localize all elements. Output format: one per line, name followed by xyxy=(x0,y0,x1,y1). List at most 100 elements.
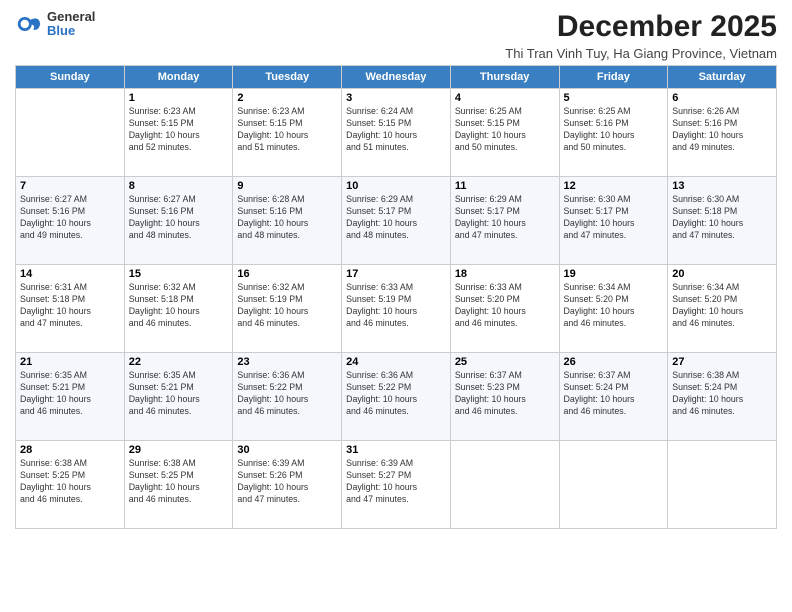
day-info: Sunrise: 6:25 AM Sunset: 5:16 PM Dayligh… xyxy=(564,106,664,154)
day-info: Sunrise: 6:27 AM Sunset: 5:16 PM Dayligh… xyxy=(20,194,120,242)
day-number: 8 xyxy=(129,180,229,192)
day-info: Sunrise: 6:25 AM Sunset: 5:15 PM Dayligh… xyxy=(455,106,555,154)
day-number: 25 xyxy=(455,356,555,368)
day-info: Sunrise: 6:28 AM Sunset: 5:16 PM Dayligh… xyxy=(237,194,337,242)
day-cell-9: 9 Sunrise: 6:28 AM Sunset: 5:16 PM Daylig… xyxy=(233,177,342,265)
day-info: Sunrise: 6:35 AM Sunset: 5:21 PM Dayligh… xyxy=(20,370,120,418)
location-subtitle: Thi Tran Vinh Tuy, Ha Giang Province, Vi… xyxy=(505,46,777,61)
day-cell-7: 7 Sunrise: 6:27 AM Sunset: 5:16 PM Daylig… xyxy=(16,177,125,265)
day-number: 2 xyxy=(237,92,337,104)
page: General Blue December 2025 Thi Tran Vinh… xyxy=(0,0,792,612)
day-info: Sunrise: 6:29 AM Sunset: 5:17 PM Dayligh… xyxy=(346,194,446,242)
day-info: Sunrise: 6:31 AM Sunset: 5:18 PM Dayligh… xyxy=(20,282,120,330)
day-number: 18 xyxy=(455,268,555,280)
day-cell-8: 8Sunrise: 6:27 AM Sunset: 5:16 PM Daylig… xyxy=(124,177,233,265)
day-cell-19: 19 Sunrise: 6:34 AM Sunset: 5:20 PM Dayli… xyxy=(559,265,668,353)
day-number: 14 xyxy=(20,268,120,280)
day-number: 1 xyxy=(129,92,229,104)
day-number: 24 xyxy=(346,356,446,368)
day-info: Sunrise: 6:29 AM Sunset: 5:17 PM Dayligh… xyxy=(455,194,555,242)
week-row-4: 21 Sunrise: 6:35 AM Sunset: 5:21 PM Dayli… xyxy=(16,353,777,441)
column-header-tuesday: Tuesday xyxy=(233,66,342,89)
logo-blue: Blue xyxy=(47,24,95,38)
day-number: 4 xyxy=(455,92,555,104)
day-number: 27 xyxy=(672,356,772,368)
calendar-table: SundayMondayTuesdayWednesdayThursdayFrid… xyxy=(15,65,777,529)
day-cell-1: 1 Sunrise: 6:23 AM Sunset: 5:15 PM Daylig… xyxy=(124,89,233,177)
day-number: 5 xyxy=(564,92,664,104)
column-header-sunday: Sunday xyxy=(16,66,125,89)
day-number: 31 xyxy=(346,444,446,456)
day-number: 20 xyxy=(672,268,772,280)
day-info: Sunrise: 6:38 AM Sunset: 5:25 PM Dayligh… xyxy=(20,458,120,506)
day-info: Sunrise: 6:33 AM Sunset: 5:19 PM Dayligh… xyxy=(346,282,446,330)
day-cell-18: 18 Sunrise: 6:33 AM Sunset: 5:20 PM Dayli… xyxy=(450,265,559,353)
day-number: 15 xyxy=(129,268,229,280)
day-number: 7 xyxy=(20,180,120,192)
day-number: 11 xyxy=(455,180,555,192)
empty-cell xyxy=(668,441,777,529)
day-info: Sunrise: 6:23 AM Sunset: 5:15 PM Dayligh… xyxy=(129,106,229,154)
day-cell-24: 24Sunrise: 6:36 AM Sunset: 5:22 PM Dayli… xyxy=(342,353,451,441)
day-number: 19 xyxy=(564,268,664,280)
day-cell-13: 13Sunrise: 6:30 AM Sunset: 5:18 PM Dayli… xyxy=(668,177,777,265)
column-header-wednesday: Wednesday xyxy=(342,66,451,89)
day-number: 21 xyxy=(20,356,120,368)
day-cell-23: 23 Sunrise: 6:36 AM Sunset: 5:22 PM Dayli… xyxy=(233,353,342,441)
header-row: SundayMondayTuesdayWednesdayThursdayFrid… xyxy=(16,66,777,89)
day-cell-17: 17 Sunrise: 6:33 AM Sunset: 5:19 PM Dayli… xyxy=(342,265,451,353)
day-cell-10: 10Sunrise: 6:29 AM Sunset: 5:17 PM Dayli… xyxy=(342,177,451,265)
column-header-saturday: Saturday xyxy=(668,66,777,89)
day-number: 12 xyxy=(564,180,664,192)
week-row-2: 7 Sunrise: 6:27 AM Sunset: 5:16 PM Daylig… xyxy=(16,177,777,265)
day-cell-11: 11 Sunrise: 6:29 AM Sunset: 5:17 PM Dayli… xyxy=(450,177,559,265)
logo-general: General xyxy=(47,10,95,24)
week-row-3: 14 Sunrise: 6:31 AM Sunset: 5:18 PM Dayli… xyxy=(16,265,777,353)
day-cell-16: 16 Sunrise: 6:32 AM Sunset: 5:19 PM Dayli… xyxy=(233,265,342,353)
day-cell-15: 15 Sunrise: 6:32 AM Sunset: 5:18 PM Dayli… xyxy=(124,265,233,353)
day-info: Sunrise: 6:36 AM Sunset: 5:22 PM Dayligh… xyxy=(237,370,337,418)
day-number: 6 xyxy=(672,92,772,104)
day-info: Sunrise: 6:30 AM Sunset: 5:17 PM Dayligh… xyxy=(564,194,664,242)
logo-text: General Blue xyxy=(47,10,95,39)
day-number: 9 xyxy=(237,180,337,192)
day-number: 23 xyxy=(237,356,337,368)
day-info: Sunrise: 6:32 AM Sunset: 5:18 PM Dayligh… xyxy=(129,282,229,330)
day-number: 29 xyxy=(129,444,229,456)
day-cell-29: 29Sunrise: 6:38 AM Sunset: 5:25 PM Dayli… xyxy=(124,441,233,529)
day-info: Sunrise: 6:33 AM Sunset: 5:20 PM Dayligh… xyxy=(455,282,555,330)
day-info: Sunrise: 6:26 AM Sunset: 5:16 PM Dayligh… xyxy=(672,106,772,154)
day-info: Sunrise: 6:24 AM Sunset: 5:15 PM Dayligh… xyxy=(346,106,446,154)
day-number: 28 xyxy=(20,444,120,456)
day-number: 26 xyxy=(564,356,664,368)
day-cell-27: 27 Sunrise: 6:38 AM Sunset: 5:24 PM Dayli… xyxy=(668,353,777,441)
day-info: Sunrise: 6:37 AM Sunset: 5:24 PM Dayligh… xyxy=(564,370,664,418)
day-cell-14: 14 Sunrise: 6:31 AM Sunset: 5:18 PM Dayli… xyxy=(16,265,125,353)
day-cell-31: 31 Sunrise: 6:39 AM Sunset: 5:27 PM Dayli… xyxy=(342,441,451,529)
day-info: Sunrise: 6:35 AM Sunset: 5:21 PM Dayligh… xyxy=(129,370,229,418)
day-cell-26: 26 Sunrise: 6:37 AM Sunset: 5:24 PM Dayli… xyxy=(559,353,668,441)
day-number: 13 xyxy=(672,180,772,192)
day-number: 30 xyxy=(237,444,337,456)
day-number: 17 xyxy=(346,268,446,280)
day-info: Sunrise: 6:39 AM Sunset: 5:27 PM Dayligh… xyxy=(346,458,446,506)
day-info: Sunrise: 6:38 AM Sunset: 5:24 PM Dayligh… xyxy=(672,370,772,418)
column-header-thursday: Thursday xyxy=(450,66,559,89)
header: General Blue December 2025 Thi Tran Vinh… xyxy=(15,10,777,61)
logo: General Blue xyxy=(15,10,95,39)
day-cell-2: 2 Sunrise: 6:23 AM Sunset: 5:15 PM Daylig… xyxy=(233,89,342,177)
day-number: 3 xyxy=(346,92,446,104)
day-info: Sunrise: 6:34 AM Sunset: 5:20 PM Dayligh… xyxy=(564,282,664,330)
day-cell-22: 22 Sunrise: 6:35 AM Sunset: 5:21 PM Dayli… xyxy=(124,353,233,441)
empty-cell xyxy=(450,441,559,529)
month-title: December 2025 xyxy=(505,10,777,44)
day-cell-6: 6 Sunrise: 6:26 AM Sunset: 5:16 PM Daylig… xyxy=(668,89,777,177)
day-cell-20: 20Sunrise: 6:34 AM Sunset: 5:20 PM Dayli… xyxy=(668,265,777,353)
day-cell-3: 3 Sunrise: 6:24 AM Sunset: 5:15 PM Daylig… xyxy=(342,89,451,177)
day-number: 22 xyxy=(129,356,229,368)
day-info: Sunrise: 6:23 AM Sunset: 5:15 PM Dayligh… xyxy=(237,106,337,154)
day-cell-4: 4 Sunrise: 6:25 AM Sunset: 5:15 PM Daylig… xyxy=(450,89,559,177)
day-number: 16 xyxy=(237,268,337,280)
day-info: Sunrise: 6:32 AM Sunset: 5:19 PM Dayligh… xyxy=(237,282,337,330)
day-info: Sunrise: 6:37 AM Sunset: 5:23 PM Dayligh… xyxy=(455,370,555,418)
